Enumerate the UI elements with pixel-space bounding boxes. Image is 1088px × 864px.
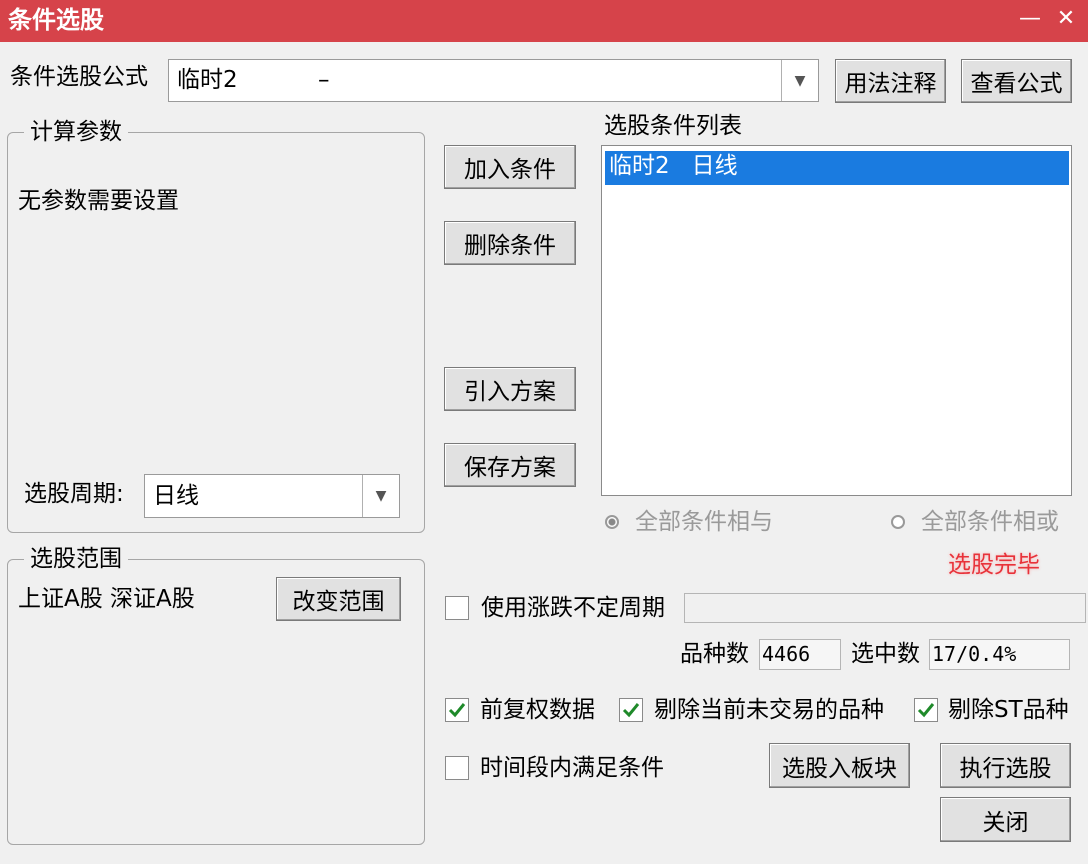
exclude-untraded-label: 剔除当前未交易的品种	[654, 697, 884, 723]
period-label: 选股周期:	[24, 481, 124, 507]
minimize-button[interactable]: —	[1012, 4, 1048, 36]
list-item[interactable]: 临时2 日线	[605, 151, 1069, 185]
range-markets: 上证A股 深证A股	[18, 586, 195, 612]
formula-label: 条件选股公式	[10, 64, 148, 90]
adjusted-checkbox[interactable]	[445, 698, 469, 722]
time-range-checkbox[interactable]	[445, 756, 469, 780]
formula-select[interactable]: 临时2 – ▼	[168, 59, 819, 102]
status-text: 选股完毕	[948, 552, 1040, 578]
period-option-checkbox[interactable]	[445, 596, 469, 620]
title-bar	[0, 0, 1088, 42]
close-button[interactable]: 关闭	[940, 797, 1071, 842]
execute-selection-button[interactable]: 执行选股	[940, 743, 1071, 788]
radio-and-label: 全部条件相与	[635, 509, 773, 535]
check-icon	[448, 703, 466, 718]
radio-and[interactable]	[605, 515, 619, 529]
conditions-list-label: 选股条件列表	[604, 113, 742, 139]
chevron-down-icon[interactable]: ▼	[362, 475, 399, 517]
close-window-button[interactable]: ✕	[1048, 4, 1084, 36]
check-icon	[622, 703, 640, 718]
add-condition-button[interactable]: 加入条件	[444, 145, 576, 189]
import-scheme-button[interactable]: 引入方案	[444, 367, 576, 411]
conditions-list[interactable]: 临时2 日线	[601, 145, 1072, 496]
chevron-down-icon[interactable]: ▼	[781, 60, 818, 101]
formula-select-value: 临时2 –	[177, 67, 330, 93]
exclude-untraded-checkbox[interactable]	[619, 698, 643, 722]
view-formula-button[interactable]: 查看公式	[961, 59, 1072, 103]
radio-or[interactable]	[891, 515, 905, 529]
exclude-st-checkbox[interactable]	[914, 698, 938, 722]
exclude-st-label: 剔除ST品种	[948, 697, 1069, 723]
count-label: 品种数	[680, 641, 749, 667]
period-option-field[interactable]	[684, 593, 1086, 623]
delete-condition-button[interactable]: 删除条件	[444, 221, 576, 265]
save-scheme-button[interactable]: 保存方案	[444, 443, 576, 487]
count-value: 4466	[759, 639, 841, 670]
params-message: 无参数需要设置	[18, 188, 179, 214]
params-legend: 计算参数	[24, 118, 128, 146]
range-legend: 选股范围	[24, 545, 128, 573]
adjusted-label: 前复权数据	[480, 697, 595, 723]
period-select[interactable]: 日线 ▼	[144, 474, 400, 518]
time-range-label: 时间段内满足条件	[480, 755, 664, 781]
selected-label: 选中数	[851, 641, 920, 667]
radio-or-label: 全部条件相或	[921, 509, 1059, 535]
selected-value: 17/0.4%	[929, 639, 1070, 670]
period-option-label: 使用涨跌不定周期	[481, 595, 665, 621]
window-title: 条件选股	[8, 6, 104, 34]
period-select-value: 日线	[153, 483, 199, 509]
check-icon	[917, 703, 935, 718]
add-to-block-button[interactable]: 选股入板块	[769, 743, 910, 788]
change-range-button[interactable]: 改变范围	[276, 577, 401, 621]
usage-notes-button[interactable]: 用法注释	[835, 59, 946, 103]
